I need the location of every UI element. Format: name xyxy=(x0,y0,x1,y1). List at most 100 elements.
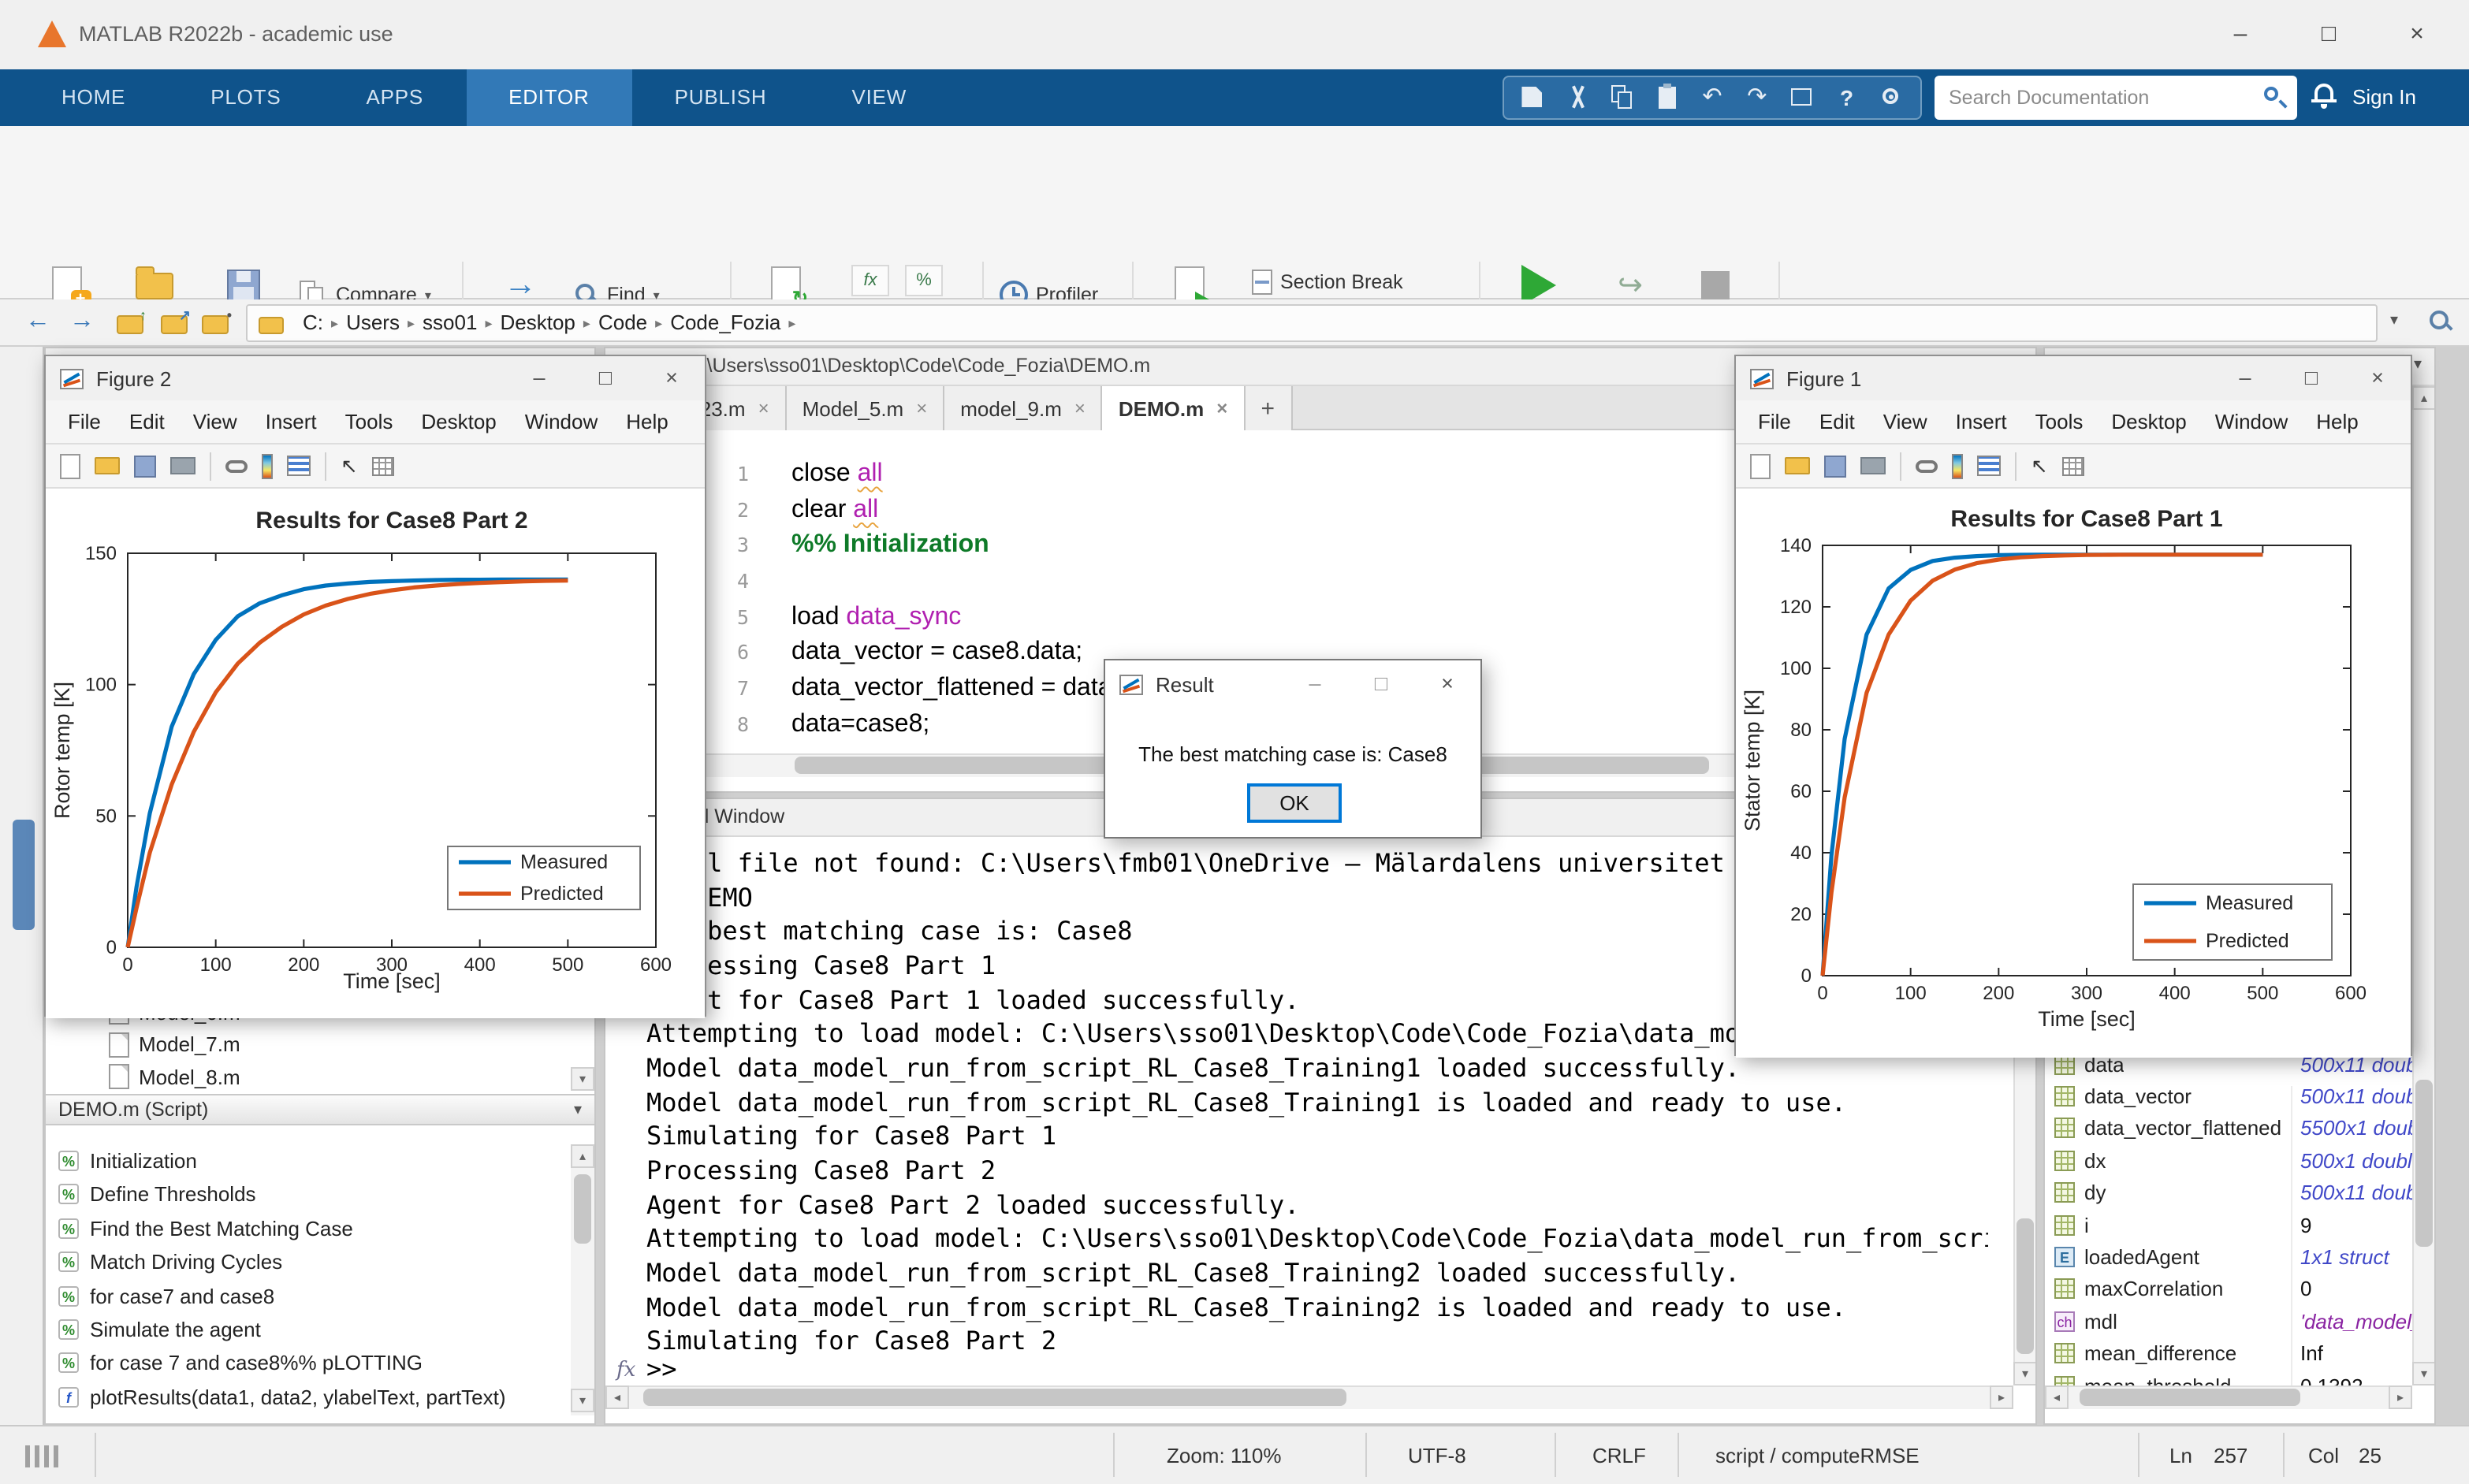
editor-tab-DEMO.m[interactable]: DEMO.m × xyxy=(1102,386,1246,430)
address-dropdown-icon[interactable]: ▾ xyxy=(2390,312,2398,329)
workspace-row[interactable]: mean_difference Inf xyxy=(2045,1337,2412,1370)
menu-desktop[interactable]: Desktop xyxy=(407,410,510,433)
workspace-row[interactable]: EloadedAgent 1x1 struct xyxy=(2045,1241,2412,1274)
scroll-left-icon[interactable]: ◂ xyxy=(605,1385,629,1409)
browse-folder-icon[interactable]: ↗ xyxy=(161,307,191,342)
workspace-hscrollbar-thumb[interactable] xyxy=(2080,1389,2300,1406)
left-scrollbar-thumb[interactable] xyxy=(13,820,35,930)
figure2-window[interactable]: Figure 2 – □ × File Edit View Insert Tools De… xyxy=(44,355,706,1018)
open-icon[interactable] xyxy=(95,457,120,474)
menu-window[interactable]: Window xyxy=(2201,410,2303,433)
workspace-row[interactable]: dx 500x1 double xyxy=(2045,1144,2412,1177)
save-icon[interactable] xyxy=(134,455,156,477)
up-folder-icon[interactable]: ↑ xyxy=(117,307,147,342)
print-icon[interactable] xyxy=(170,457,196,474)
ribbon-tab-home[interactable]: HOME xyxy=(19,69,168,126)
paste-icon[interactable] xyxy=(1652,82,1683,113)
outline-item[interactable]: % for case 7 and case8%% pLOTTING xyxy=(46,1347,569,1380)
outline-item[interactable]: % Simulate the agent xyxy=(46,1313,569,1346)
menu-tools[interactable]: Tools xyxy=(2021,410,2098,433)
menu-window[interactable]: Window xyxy=(511,410,613,433)
figure1-titlebar[interactable]: Figure 1 – □ × xyxy=(1736,356,2411,400)
scroll-down-icon[interactable]: ▾ xyxy=(2013,1362,2035,1385)
scroll-up-icon[interactable]: ▴ xyxy=(2412,386,2434,410)
insert-function-icon[interactable]: fx xyxy=(851,265,889,296)
dialog-titlebar[interactable]: Result – □ × xyxy=(1105,660,1480,708)
copy-icon[interactable] xyxy=(1607,82,1638,113)
ribbon-tab-apps[interactable]: APPS xyxy=(323,69,466,126)
figure-maximize-button[interactable]: □ xyxy=(2278,356,2344,400)
figure-close-button[interactable]: × xyxy=(639,356,705,400)
figure-maximize-button[interactable]: □ xyxy=(572,356,639,400)
details-collapse-icon[interactable]: ▾ xyxy=(574,1101,582,1118)
workspace-row[interactable]: chmdl 'data_model_run_from_script_RL_Case… xyxy=(2045,1305,2412,1337)
close-tab-icon[interactable]: × xyxy=(916,397,927,419)
breadcrumb-segment[interactable]: Code xyxy=(590,306,655,340)
minimize-button[interactable]: – xyxy=(2204,0,2277,69)
dialog-minimize-button[interactable]: – xyxy=(1282,662,1348,706)
editor-tab-Model_5.m[interactable]: Model_5.m × xyxy=(786,386,945,430)
outline-item[interactable]: f plotResults(data1, data2, ylabelText, p… xyxy=(46,1381,569,1414)
cut-icon[interactable] xyxy=(1562,82,1593,113)
scroll-right-icon[interactable]: ▸ xyxy=(1990,1385,2013,1409)
back-icon[interactable]: ← xyxy=(25,307,50,336)
new-figure-icon[interactable] xyxy=(60,453,80,478)
zoom-level[interactable]: Zoom: 110% xyxy=(1167,1444,1282,1467)
breadcrumb-segment[interactable]: Desktop xyxy=(493,306,583,340)
menu-edit[interactable]: Edit xyxy=(1805,410,1869,433)
section-break-button[interactable]: Section Break xyxy=(1252,265,1403,299)
figure-minimize-button[interactable]: – xyxy=(2212,356,2278,400)
file-item[interactable]: Model_7.m xyxy=(46,1028,569,1060)
menu-view[interactable]: View xyxy=(179,410,251,433)
save-icon[interactable] xyxy=(1824,455,1846,477)
outline-item[interactable]: % Initialization xyxy=(46,1144,569,1177)
data-tips-icon[interactable] xyxy=(371,456,394,475)
open-icon[interactable] xyxy=(1785,457,1810,474)
insert-legend-icon[interactable] xyxy=(287,456,311,476)
forward-icon[interactable]: → xyxy=(69,307,95,336)
menu-tools[interactable]: Tools xyxy=(331,410,408,433)
scroll-up-icon[interactable]: ▴ xyxy=(571,1144,594,1168)
command-prompt[interactable]: >> xyxy=(646,1354,677,1384)
ok-button[interactable]: OK xyxy=(1247,783,1342,823)
command-hscrollbar-thumb[interactable] xyxy=(643,1389,1346,1406)
workspace-vscrollbar-thumb[interactable] xyxy=(2415,1080,2433,1247)
outline-item[interactable]: % for case7 and case8 xyxy=(46,1279,569,1312)
scroll-right-icon[interactable]: ▸ xyxy=(2389,1385,2412,1409)
comment-icon[interactable]: % xyxy=(905,265,943,296)
file-item[interactable]: Model_8.m xyxy=(46,1061,569,1092)
link-plot-icon[interactable] xyxy=(1916,459,1938,472)
breadcrumb-segment[interactable]: Users xyxy=(338,306,408,340)
result-dialog[interactable]: Result – □ × The best matching case is: … xyxy=(1104,659,1482,839)
workspace-row[interactable]: maxCorrelation 0 xyxy=(2045,1274,2412,1306)
ribbon-tab-publish[interactable]: PUBLISH xyxy=(632,69,810,126)
details-header[interactable]: DEMO.m (Script) ▾ xyxy=(46,1094,594,1125)
menu-desktop[interactable]: Desktop xyxy=(2097,410,2200,433)
menu-edit[interactable]: Edit xyxy=(115,410,179,433)
community-icon[interactable] xyxy=(1875,82,1907,113)
breadcrumb-segment[interactable]: C: xyxy=(295,306,331,340)
fx-icon[interactable]: fx xyxy=(616,1359,635,1382)
redo-icon[interactable]: ↷ xyxy=(1741,82,1773,113)
outline-item[interactable]: % Find the Best Matching Case xyxy=(46,1212,569,1245)
figure-close-button[interactable]: × xyxy=(2344,356,2411,400)
encoding-indicator[interactable]: UTF-8 xyxy=(1408,1444,1466,1467)
workspace-row[interactable]: i9 xyxy=(2045,1209,2412,1241)
sign-in-link[interactable]: Sign In xyxy=(2352,85,2416,109)
menu-insert[interactable]: Insert xyxy=(1942,410,2021,433)
figure2-titlebar[interactable]: Figure 2 – □ × xyxy=(46,356,705,400)
search-icon[interactable] xyxy=(2262,85,2288,109)
command-prompt-row[interactable]: fx >> xyxy=(605,1354,1988,1387)
scroll-down-icon[interactable]: ▾ xyxy=(2412,1362,2434,1385)
pointer-icon[interactable]: ↖ xyxy=(341,453,358,478)
figure-minimize-button[interactable]: – xyxy=(506,356,572,400)
menu-help[interactable]: Help xyxy=(2302,410,2373,433)
menu-help[interactable]: Help xyxy=(612,410,683,433)
breadcrumb-field[interactable]: C: ▸ Users ▸ sso01 ▸ Desktop ▸ Code ▸ Code_Fozia ▸ xyxy=(246,304,2378,342)
pointer-icon[interactable]: ↖ xyxy=(2031,453,2048,478)
dialog-maximize-button[interactable]: □ xyxy=(1348,662,1414,706)
workspace-row[interactable]: data_vector 500x11 double xyxy=(2045,1080,2412,1113)
search-documentation-box[interactable]: Search Documentation xyxy=(1935,76,2297,120)
new-tab-button[interactable]: + xyxy=(1245,386,1293,430)
command-vscrollbar-thumb[interactable] xyxy=(2017,1218,2034,1354)
